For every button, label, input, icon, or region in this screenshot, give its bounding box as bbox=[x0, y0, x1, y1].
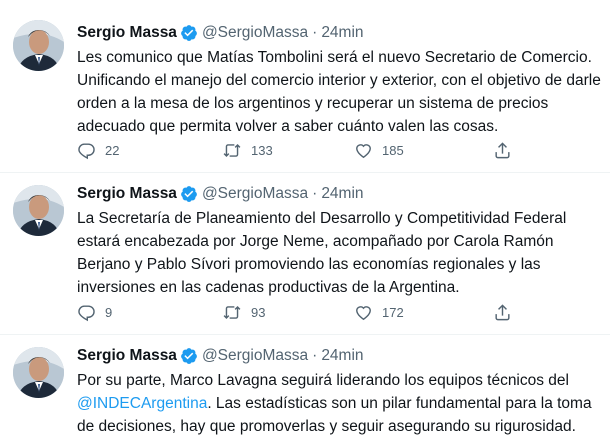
reply-button[interactable]: 22 bbox=[77, 141, 119, 160]
tweet-3[interactable]: Sergio Massa @SergioMassa · 24min Por su… bbox=[0, 335, 610, 436]
tweet-text: Por su parte, Marco Lavagna seguirá lide… bbox=[77, 369, 602, 436]
avatar[interactable] bbox=[13, 185, 64, 236]
author-handle[interactable]: @SergioMassa bbox=[202, 185, 308, 203]
retweet-icon bbox=[223, 143, 241, 158]
verified-badge-icon bbox=[180, 347, 198, 365]
separator-dot: · bbox=[312, 185, 318, 202]
tweet-1[interactable]: Sergio Massa @SergioMassa · 24min Les co… bbox=[0, 0, 610, 170]
like-button[interactable]: 185 bbox=[354, 141, 404, 160]
author-handle[interactable]: @SergioMassa bbox=[202, 347, 308, 365]
timestamp[interactable]: 24min bbox=[321, 185, 363, 203]
heart-icon bbox=[356, 306, 371, 321]
heart-icon bbox=[356, 144, 371, 159]
like-button[interactable]: 172 bbox=[354, 303, 404, 322]
timestamp[interactable]: 24min bbox=[321, 347, 363, 365]
separator-dot: · bbox=[312, 24, 318, 41]
share-icon bbox=[495, 142, 510, 159]
share-button[interactable] bbox=[493, 303, 512, 322]
avatar[interactable] bbox=[13, 347, 64, 398]
reply-count: 9 bbox=[105, 305, 113, 320]
reply-button[interactable]: 9 bbox=[77, 303, 112, 322]
tweet-text: La Secretaría de Planeamiento del Desarr… bbox=[77, 210, 567, 296]
retweet-button[interactable]: 93 bbox=[222, 303, 265, 322]
author-handle[interactable]: @SergioMassa bbox=[202, 24, 308, 42]
author-name[interactable]: Sergio Massa bbox=[77, 347, 177, 365]
separator-dot: · bbox=[312, 347, 318, 364]
retweet-count: 133 bbox=[251, 143, 273, 158]
reply-icon bbox=[78, 143, 95, 160]
verified-badge-icon bbox=[180, 24, 198, 42]
tweet-2[interactable]: Sergio Massa @SergioMassa · 24min La Sec… bbox=[0, 173, 610, 339]
reply-count: 22 bbox=[105, 143, 120, 158]
share-icon bbox=[495, 304, 510, 321]
tweet-text-part: Por su parte, Marco Lavagna seguirá lide… bbox=[77, 372, 569, 389]
share-button[interactable] bbox=[493, 141, 512, 160]
author-name[interactable]: Sergio Massa bbox=[77, 24, 177, 42]
like-count: 185 bbox=[382, 143, 404, 158]
retweet-button[interactable]: 133 bbox=[222, 141, 273, 160]
author-name[interactable]: Sergio Massa bbox=[77, 185, 177, 203]
timestamp[interactable]: 24min bbox=[321, 24, 363, 42]
verified-badge-icon bbox=[180, 185, 198, 203]
reply-icon bbox=[78, 305, 95, 322]
action-bar: 22 133 185 bbox=[77, 141, 517, 161]
like-count: 172 bbox=[382, 305, 404, 320]
avatar[interactable] bbox=[13, 20, 64, 71]
retweet-count: 93 bbox=[251, 305, 266, 320]
action-bar: 9 93 172 bbox=[77, 303, 517, 323]
retweet-icon bbox=[223, 305, 241, 320]
mention-link[interactable]: @INDECArgentina bbox=[77, 395, 207, 412]
tweet-text: Les comunico que Matías Tombolini será e… bbox=[77, 49, 601, 135]
